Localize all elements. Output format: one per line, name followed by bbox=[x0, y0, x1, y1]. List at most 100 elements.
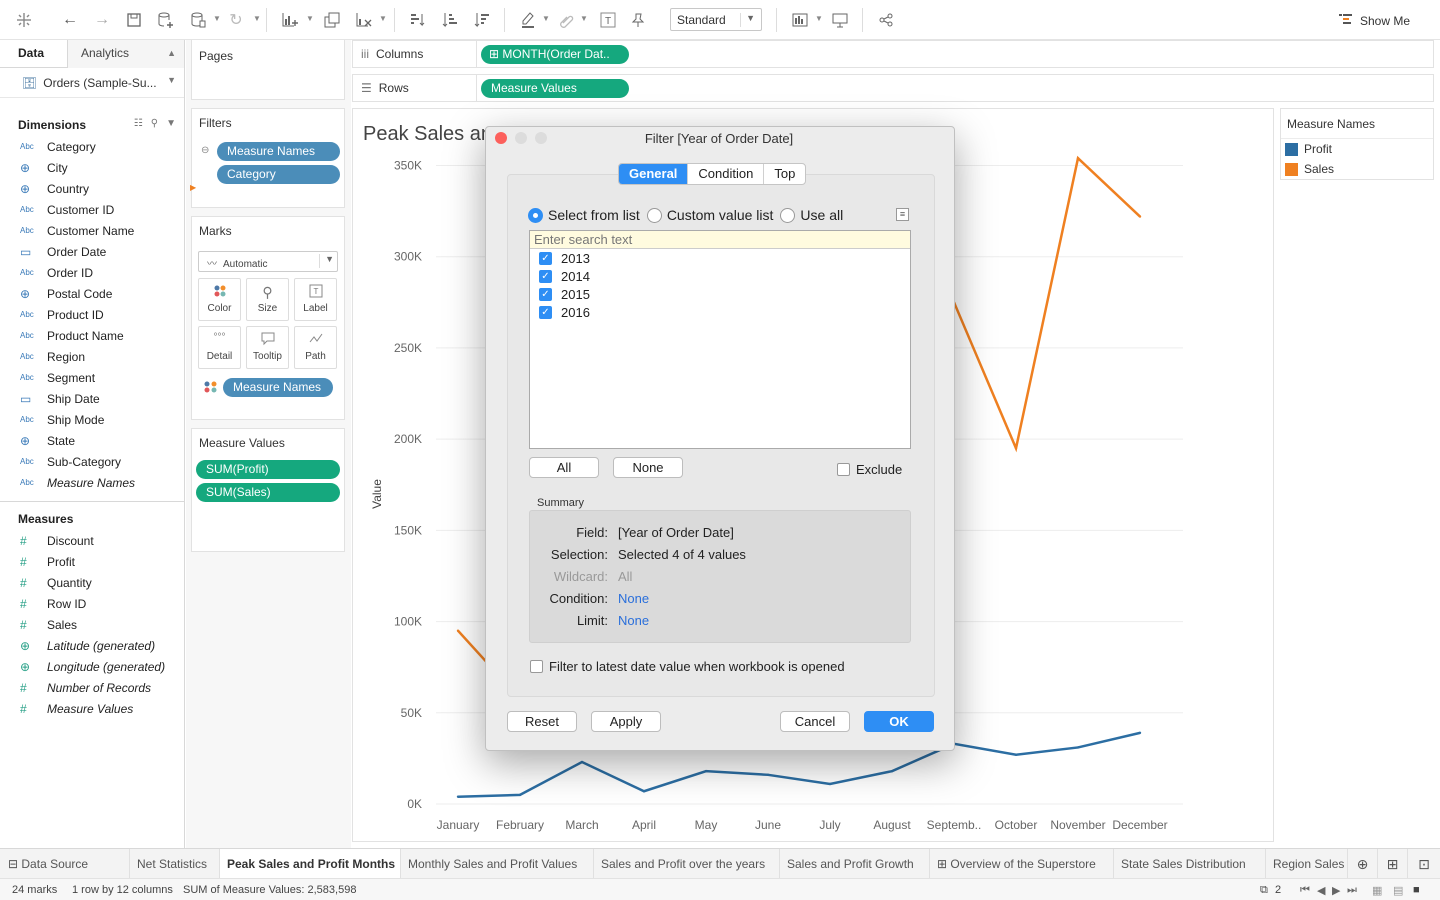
tab-net-statistics[interactable]: Net Statistics bbox=[130, 849, 220, 879]
field-discount[interactable]: # Discount bbox=[0, 530, 184, 551]
undo-icon[interactable]: ← bbox=[56, 6, 84, 34]
field-sales[interactable]: # Sales bbox=[0, 614, 184, 635]
latest-date-option[interactable]: Filter to latest date value when workboo… bbox=[530, 659, 845, 674]
legend-item-profit[interactable]: Profit bbox=[1281, 139, 1433, 159]
pill-sum-sales[interactable]: SUM(Sales) bbox=[196, 483, 340, 502]
data-point-profit[interactable] bbox=[1138, 731, 1142, 735]
field-ship-mode[interactable]: Abc Ship Mode bbox=[0, 409, 184, 430]
cancel-button[interactable]: Cancel bbox=[780, 711, 850, 732]
tab-overview-of-the-superstore[interactable]: ⊞ Overview of the Superstore bbox=[930, 849, 1114, 879]
tableau-logo-icon[interactable] bbox=[10, 6, 38, 34]
data-point-sales[interactable] bbox=[456, 629, 460, 632]
duplicate-icon[interactable] bbox=[318, 6, 346, 34]
field-country[interactable]: ⊕ Country bbox=[0, 178, 184, 199]
tab-general[interactable]: General bbox=[619, 164, 689, 184]
tab-sales-and-profit-growth[interactable]: Sales and Profit Growth bbox=[780, 849, 930, 879]
new-worksheet-icon[interactable] bbox=[276, 6, 304, 34]
redo-icon[interactable]: → bbox=[88, 6, 116, 34]
detail-button[interactable]: °°° Detail bbox=[198, 326, 241, 369]
close-window-icon[interactable] bbox=[495, 132, 507, 144]
tab-state-sales-distribution[interactable]: State Sales Distribution bbox=[1114, 849, 1266, 879]
field-measure-names[interactable]: Abc Measure Names bbox=[0, 472, 184, 493]
field-latitude-generated[interactable]: ⊕ Latitude (generated) bbox=[0, 635, 184, 656]
pin-icon[interactable] bbox=[624, 6, 652, 34]
clear-sheet-icon[interactable] bbox=[350, 6, 378, 34]
tab-monthly-sales-and-profit-values[interactable]: Monthly Sales and Profit Values bbox=[401, 849, 594, 879]
field-city[interactable]: ⊕ City bbox=[0, 157, 184, 178]
tab-analytics[interactable]: Analytics ▲ ▼ bbox=[68, 40, 184, 85]
zoom-window-icon[interactable] bbox=[535, 132, 547, 144]
columns-pill-month-order-date[interactable]: ⊞ MONTH(Order Dat.. bbox=[481, 45, 629, 64]
tab-sales-and-profit-over-the-years[interactable]: Sales and Profit over the years bbox=[594, 849, 780, 879]
series-line-sales-lead[interactable] bbox=[457, 629, 489, 665]
data-point-profit[interactable] bbox=[642, 790, 646, 793]
field-profit[interactable]: # Profit bbox=[0, 551, 184, 572]
pause-updates-icon[interactable] bbox=[184, 6, 212, 34]
minimize-window-icon[interactable] bbox=[515, 132, 527, 144]
dimensions-menu-icon[interactable]: ▼ bbox=[166, 118, 176, 129]
summary-condition-link[interactable]: None bbox=[618, 591, 649, 606]
list-item[interactable]: ✓ 2015 bbox=[530, 285, 910, 303]
sort-descending-icon[interactable] bbox=[468, 6, 496, 34]
all-button[interactable]: All bbox=[529, 457, 599, 478]
summary-limit-link[interactable]: None bbox=[618, 613, 649, 628]
labels-icon[interactable]: T bbox=[594, 6, 622, 34]
field-longitude-generated[interactable]: ⊕ Longitude (generated) bbox=[0, 656, 184, 677]
latest-date-checkbox[interactable] bbox=[530, 660, 543, 673]
field-category[interactable]: Abc Category bbox=[0, 136, 184, 157]
field-state[interactable]: ⊕ State bbox=[0, 430, 184, 451]
field-product-name[interactable]: Abc Product Name bbox=[0, 325, 184, 346]
search-input[interactable]: Enter search text bbox=[530, 231, 910, 249]
label-button[interactable]: T Label bbox=[294, 278, 337, 321]
tab-top[interactable]: Top bbox=[764, 164, 805, 184]
data-point-profit[interactable] bbox=[518, 793, 522, 797]
pill-sum-profit[interactable]: SUM(Profit) bbox=[196, 460, 340, 479]
data-point-sales[interactable] bbox=[1138, 215, 1142, 218]
prev-sheet-icon[interactable]: ◀ bbox=[1317, 884, 1325, 897]
tooltip-button[interactable]: Tooltip bbox=[246, 326, 289, 369]
checkbox-2013[interactable]: ✓ bbox=[539, 251, 552, 265]
search-icon[interactable]: ⚲ bbox=[151, 118, 158, 129]
refresh-icon[interactable]: ↻ bbox=[222, 6, 250, 34]
new-story-icon[interactable]: ⊡ bbox=[1408, 849, 1440, 879]
rows-shelf[interactable]: ☰ Rows Measure Values bbox=[352, 74, 1434, 102]
apply-button[interactable]: Apply bbox=[591, 711, 661, 732]
new-datasource-icon[interactable] bbox=[152, 6, 180, 34]
checkbox-2015[interactable]: ✓ bbox=[539, 287, 552, 301]
field-customer-name[interactable]: Abc Customer Name bbox=[0, 220, 184, 241]
rows-pill-measure-values[interactable]: Measure Values bbox=[481, 79, 629, 98]
field-product-id[interactable]: Abc Product ID bbox=[0, 304, 184, 325]
field-segment[interactable]: Abc Segment bbox=[0, 367, 184, 388]
field-order-id[interactable]: Abc Order ID bbox=[0, 262, 184, 283]
list-item[interactable]: ✓ 2014 bbox=[530, 267, 910, 285]
color-button[interactable]: Color bbox=[198, 278, 241, 321]
marks-pill-measure-names[interactable]: Measure Names bbox=[223, 378, 333, 397]
field-quantity[interactable]: # Quantity bbox=[0, 572, 184, 593]
first-sheet-icon[interactable]: ⏮ bbox=[1300, 884, 1310, 897]
group-icon[interactable] bbox=[552, 6, 580, 34]
tab-peak-sales-and-profit-months[interactable]: Peak Sales and Profit Months bbox=[220, 849, 401, 879]
mark-type-select[interactable]: 〰 Automatic ▼ bbox=[198, 251, 338, 272]
checkbox-2014[interactable]: ✓ bbox=[539, 269, 552, 283]
last-sheet-icon[interactable]: ⏭ bbox=[1347, 884, 1357, 897]
data-point-profit[interactable] bbox=[580, 760, 584, 764]
checkbox-2016[interactable]: ✓ bbox=[539, 305, 552, 319]
series-line-sales[interactable] bbox=[952, 155, 1141, 453]
swap-icon[interactable] bbox=[404, 6, 432, 34]
filter-pill-category[interactable]: Category bbox=[217, 165, 340, 184]
show-me-button[interactable]: Show Me bbox=[1338, 12, 1410, 29]
data-point-profit[interactable] bbox=[890, 769, 894, 773]
columns-shelf[interactable]: iii Columns ⊞ MONTH(Order Dat.. bbox=[352, 40, 1434, 68]
field-postal-code[interactable]: ⊕ Postal Code bbox=[0, 283, 184, 304]
data-point-profit[interactable] bbox=[704, 769, 708, 773]
view-list-icon[interactable]: ☷ bbox=[134, 118, 143, 129]
none-button[interactable]: None bbox=[613, 457, 683, 478]
sort-ascending-icon[interactable] bbox=[436, 6, 464, 34]
data-point-profit[interactable] bbox=[1076, 746, 1080, 749]
radio-select-from-list[interactable] bbox=[528, 207, 543, 223]
field-region[interactable]: Abc Region bbox=[0, 346, 184, 367]
fit-icon[interactable] bbox=[786, 6, 814, 34]
radio-use-all[interactable] bbox=[780, 207, 796, 223]
field-sub-category[interactable]: Abc Sub-Category bbox=[0, 451, 184, 472]
ok-button[interactable]: OK bbox=[864, 711, 934, 732]
